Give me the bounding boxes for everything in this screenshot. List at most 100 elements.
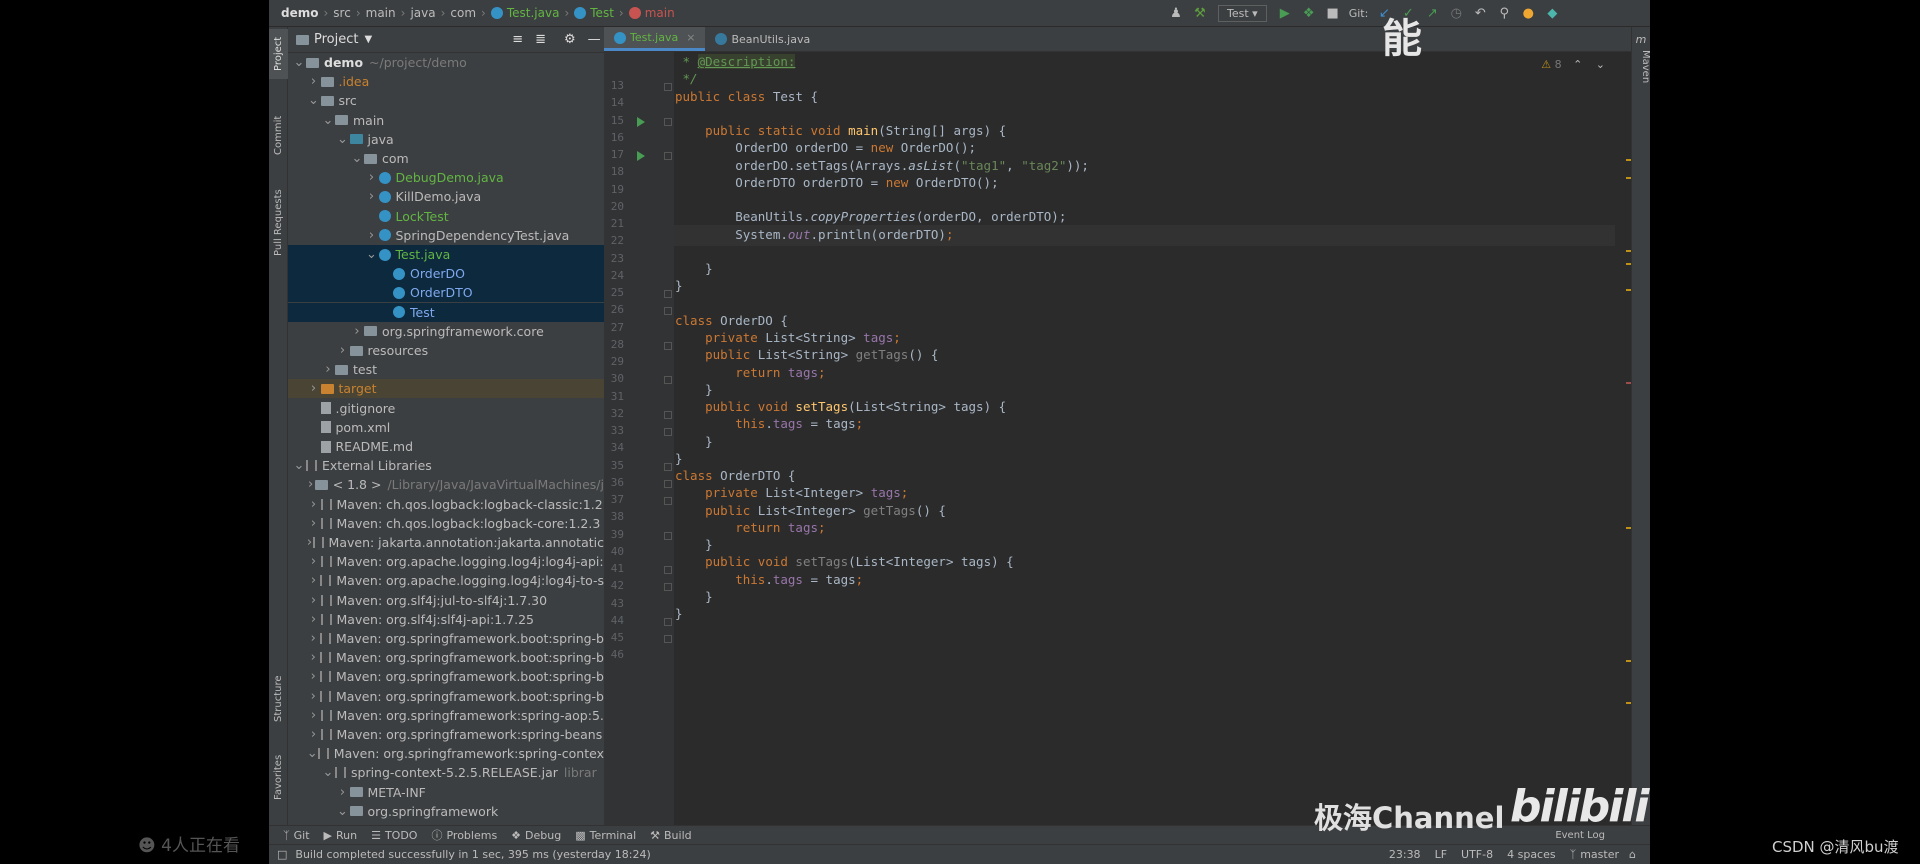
expanded-arrow-icon[interactable]: ⌄	[365, 247, 379, 262]
expanded-arrow-icon[interactable]: ⌄	[350, 151, 364, 166]
collapsed-arrow-icon[interactable]: ›	[307, 708, 321, 723]
collapsed-arrow-icon[interactable]: ›	[307, 631, 320, 646]
close-tab-icon[interactable]: ×	[686, 31, 695, 44]
jetbrains-icon[interactable]: ◆	[1542, 6, 1562, 21]
collapsed-arrow-icon[interactable]: ›	[336, 785, 350, 800]
collapsed-arrow-icon[interactable]: ›	[307, 554, 321, 569]
tree-node[interactable]: › < 1.8 > /Library/Java/JavaVirtualMachine…	[288, 475, 604, 494]
updates-icon[interactable]: ●	[1518, 6, 1538, 21]
caret-position[interactable]: 23:38	[1389, 848, 1421, 861]
collapsed-arrow-icon[interactable]: ›	[365, 170, 379, 185]
search-icon[interactable]: ⚲	[1494, 6, 1514, 21]
expanded-arrow-icon[interactable]: ⌄	[321, 113, 335, 128]
breadcrumb-item[interactable]: src	[333, 6, 351, 20]
fold-marker-icon[interactable]	[664, 376, 672, 385]
fold-marker-icon[interactable]	[664, 462, 672, 471]
tree-node[interactable]: › Maven: jakarta.annotation:jakarta.annot…	[288, 533, 604, 552]
tree-node[interactable]: OrderDTO	[288, 283, 604, 303]
tree-node[interactable]: ⌄ src	[288, 91, 604, 110]
tree-node[interactable]: › Maven: org.springframework.boot:spring-…	[288, 667, 604, 686]
tool-tab-maven[interactable]: Maven	[1632, 50, 1651, 83]
collapsed-arrow-icon[interactable]: ›	[336, 343, 350, 358]
debug-icon[interactable]: ❖	[1299, 6, 1319, 21]
tree-node[interactable]: › Maven: org.springframework:spring-aop:5…	[288, 706, 604, 725]
tree-node[interactable]: › DebugDemo.java	[288, 168, 604, 187]
collapsed-arrow-icon[interactable]: ›	[307, 477, 315, 492]
tree-node[interactable]: › SpringDependencyTest.java	[288, 226, 604, 245]
tree-node[interactable]: › org.springframework.core	[288, 322, 604, 341]
maven-icon[interactable]: m	[1632, 33, 1650, 46]
fold-marker-icon[interactable]	[664, 479, 672, 488]
fold-marker-icon[interactable]	[664, 635, 672, 643]
collapsed-arrow-icon[interactable]: ›	[321, 362, 335, 377]
tree-node[interactable]: Test	[288, 302, 604, 322]
collapse-all-icon[interactable]: ≡	[512, 32, 523, 47]
tree-node[interactable]: › target	[288, 379, 604, 399]
collapsed-arrow-icon[interactable]: ›	[307, 516, 321, 531]
tree-node[interactable]: › Maven: org.springframework.boot:spring-…	[288, 629, 604, 648]
breadcrumb-item[interactable]: java	[410, 6, 435, 20]
tree-node[interactable]: › Maven: org.slf4j:slf4j-api:1.7.25	[288, 610, 604, 629]
expanded-arrow-icon[interactable]: ⌄	[307, 93, 321, 108]
collapsed-arrow-icon[interactable]: ›	[350, 324, 364, 339]
coverage-icon[interactable]: ■	[1323, 6, 1343, 21]
tool-terminal[interactable]: ▩ Terminal	[575, 829, 636, 842]
panel-dropdown-icon[interactable]: ▼	[364, 34, 372, 45]
breadcrumb-item[interactable]: demo	[281, 6, 318, 20]
tree-node[interactable]: README.md	[288, 437, 604, 456]
collapsed-arrow-icon[interactable]: ›	[307, 497, 321, 512]
collapsed-arrow-icon[interactable]: ›	[365, 228, 379, 243]
breadcrumb-item[interactable]: Test.java	[490, 6, 559, 20]
tool-git[interactable]: ᛉ Git	[283, 829, 310, 842]
tree-node[interactable]: › test	[288, 360, 604, 379]
line-separator[interactable]: LF	[1435, 848, 1447, 861]
tool-run[interactable]: ▶ Run	[324, 829, 358, 842]
tool-tab-pull-requests[interactable]: Pull Requests	[269, 173, 288, 273]
fold-marker-icon[interactable]	[664, 290, 672, 298]
tool-tab-structure[interactable]: Structure	[269, 664, 288, 734]
collapsed-arrow-icon[interactable]: ›	[307, 650, 320, 665]
tree-node[interactable]: › .idea	[288, 72, 604, 91]
tree-node[interactable]: › resources	[288, 341, 604, 360]
tree-node[interactable]: ⌄ com	[288, 149, 604, 168]
collapsed-arrow-icon[interactable]: ›	[365, 189, 379, 204]
fold-marker-icon[interactable]	[664, 617, 672, 626]
file-encoding[interactable]: UTF-8	[1461, 848, 1493, 861]
fold-marker-icon[interactable]	[664, 83, 672, 91]
tree-node[interactable]: › Maven: ch.qos.logback:logback-core:1.2.…	[288, 514, 604, 533]
fold-marker-icon[interactable]	[664, 583, 672, 592]
tool-tab-project[interactable]: Project	[269, 29, 288, 79]
fold-marker-icon[interactable]	[664, 152, 672, 160]
tree-node[interactable]: › Maven: org.springframework:spring-beans	[288, 725, 604, 744]
tree-node[interactable]: › Maven: org.springframework.boot:spring-…	[288, 648, 604, 667]
tree-node[interactable]: ⌄ Test.java	[288, 245, 604, 264]
hide-panel-icon[interactable]: —	[588, 32, 601, 47]
breadcrumb-item[interactable]: main	[628, 6, 675, 20]
run-gutter-icon[interactable]	[637, 116, 645, 127]
tree-node[interactable]: › KillDemo.java	[288, 187, 604, 206]
tree-node[interactable]: › Maven: org.apache.logging.log4j:log4j-t…	[288, 571, 604, 590]
tree-node[interactable]: › Maven: org.apache.logging.log4j:log4j-a…	[288, 552, 604, 571]
indent-setting[interactable]: 4 spaces	[1507, 848, 1556, 861]
tool-tab-commit[interactable]: Commit	[269, 105, 288, 165]
tree-node[interactable]: › Maven: org.springframework.boot:spring-…	[288, 687, 604, 706]
settings-gear-icon[interactable]: ⚙	[564, 32, 576, 47]
tool-todo[interactable]: ☰ TODO	[371, 829, 417, 842]
collapsed-arrow-icon[interactable]: ›	[307, 669, 320, 684]
expanded-arrow-icon[interactable]: ⌄	[292, 55, 306, 70]
tree-node[interactable]: ⌄ demo ~/project/demo	[288, 53, 604, 72]
fold-marker-icon[interactable]	[664, 497, 672, 505]
collapsed-arrow-icon[interactable]: ›	[307, 727, 321, 742]
fold-marker-icon[interactable]	[664, 410, 672, 419]
fold-marker-icon[interactable]	[664, 566, 672, 574]
collapsed-arrow-icon[interactable]: ›	[307, 612, 321, 627]
fold-marker-icon[interactable]	[664, 341, 672, 350]
tool-debug[interactable]: ❖ Debug	[511, 829, 561, 842]
tree-node[interactable]: › META-INF	[288, 783, 604, 802]
collapsed-arrow-icon[interactable]: ›	[307, 593, 321, 608]
user-icon[interactable]: ♟	[1166, 6, 1186, 21]
tool-problems[interactable]: ⓘ Problems	[431, 827, 497, 843]
lock-icon[interactable]: ⌂	[1629, 848, 1636, 861]
expanded-arrow-icon[interactable]: ⌄	[307, 746, 318, 761]
tree-node[interactable]: OrderDO	[288, 264, 604, 284]
